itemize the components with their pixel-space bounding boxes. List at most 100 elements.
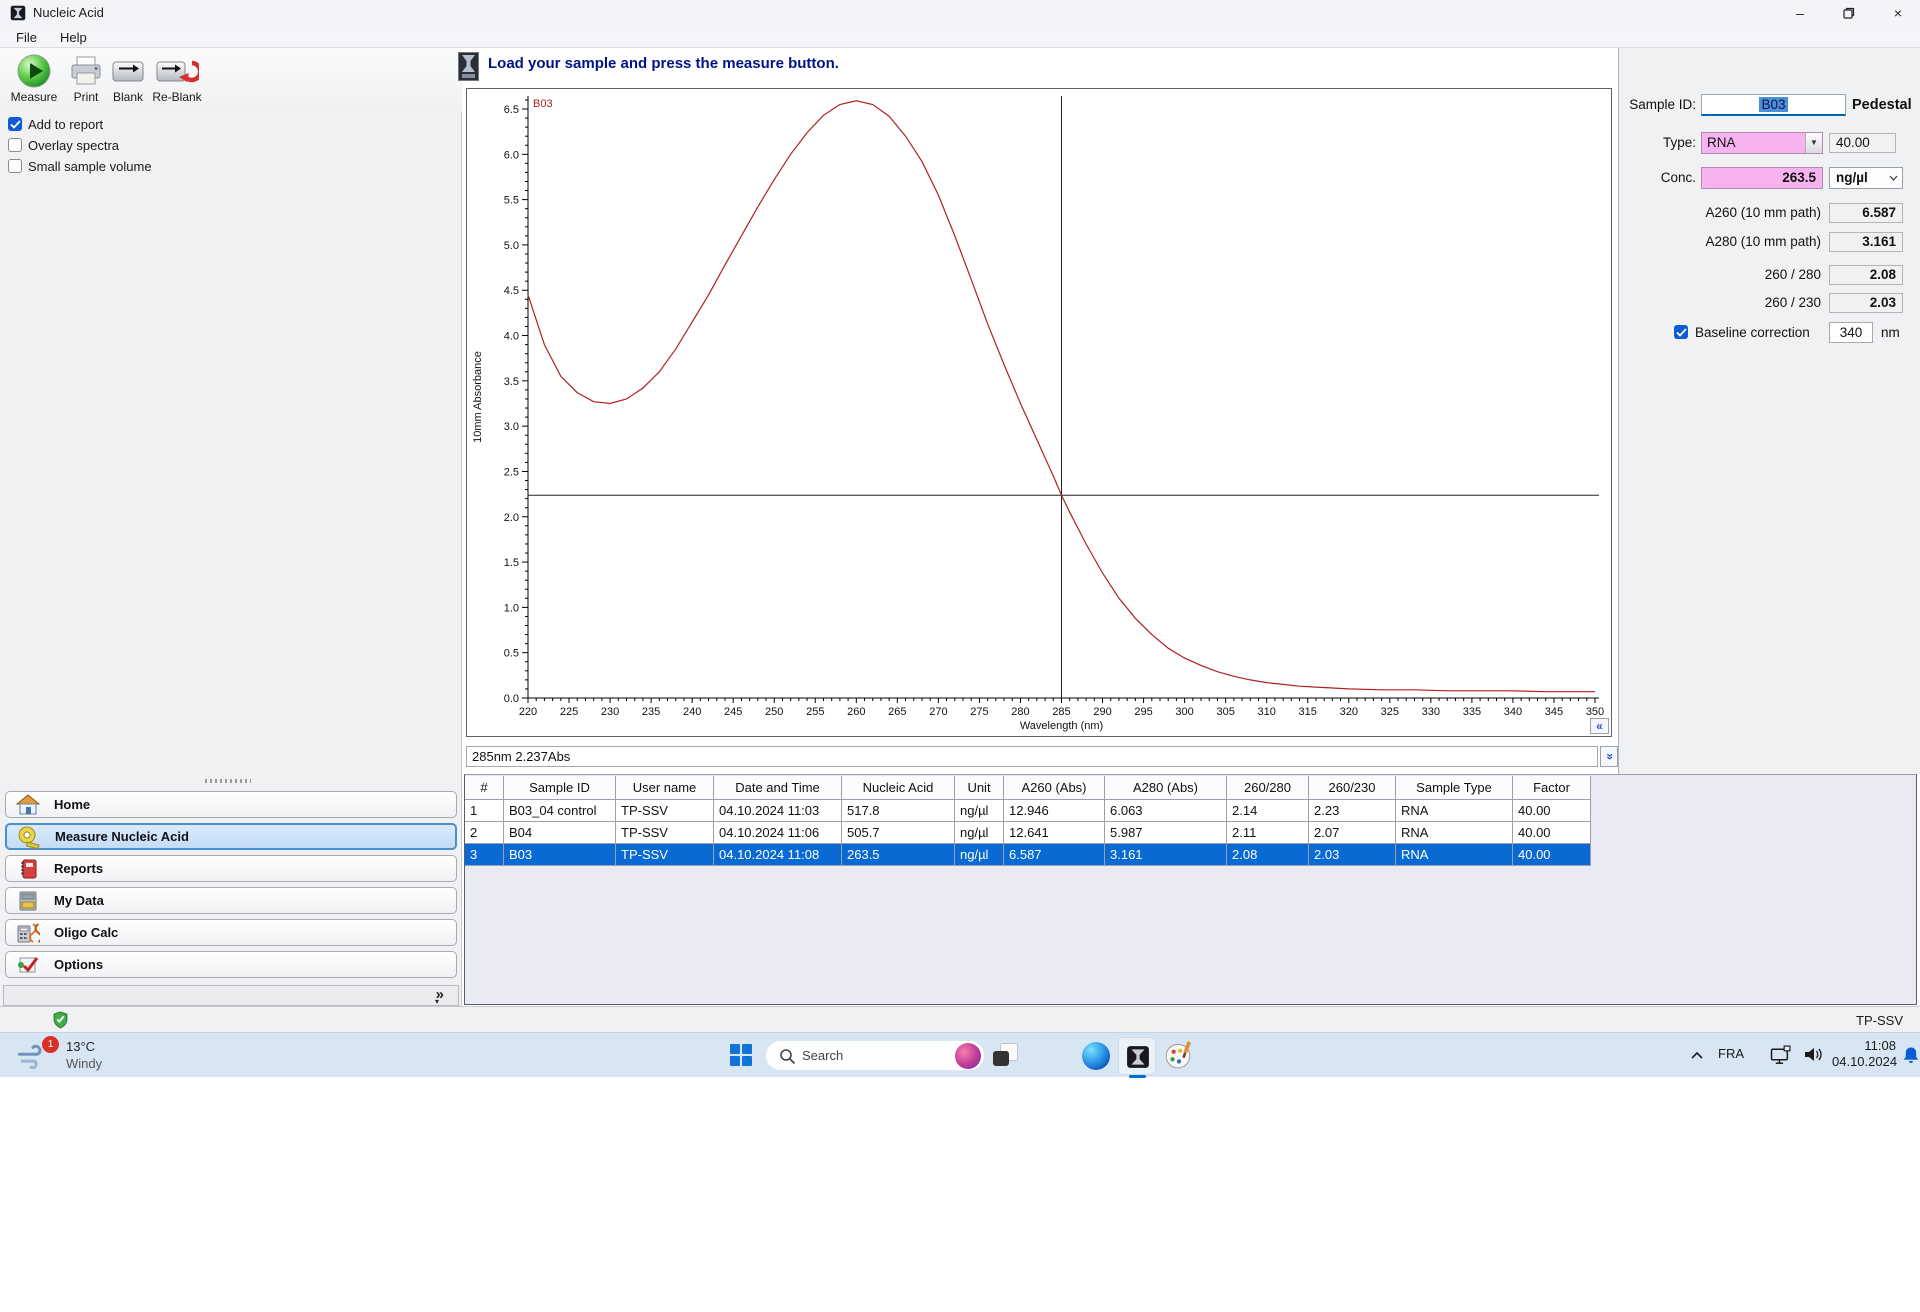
table-header-cell[interactable]: Unit [955,776,1004,800]
sidebar-item-label: Measure Nucleic Acid [55,829,189,844]
table-header-cell[interactable]: Date and Time [714,776,842,800]
table-cell: 2.11 [1227,822,1309,844]
table-row[interactable]: 3 B03 TP-SSV 04.10.2024 11:08 263.5 ng/µl 6.58… [465,844,1591,866]
menu-file[interactable]: File [8,28,45,47]
table-cell: 2.07 [1309,822,1396,844]
paint-app-icon[interactable] [1164,1040,1194,1070]
table-cell: 3 [465,844,504,866]
table-header-cell[interactable]: Sample Type [1396,776,1513,800]
conc-unit-value: ng/µl [1836,170,1868,185]
y-axis-title: 10mm Absorbance [472,351,484,443]
x-tick-label: 220 [519,706,537,718]
minimize-button[interactable]: – [1777,0,1823,26]
taskbar: 1 13°C Windy Search FRA 11:08 04.10.2024 [0,1032,1920,1078]
nucleic-acid-app-icon [1126,1045,1150,1069]
sidebar-item-measure[interactable]: Measure Nucleic Acid [5,823,457,850]
dropdown-arrow-icon[interactable]: ▼ [1805,133,1822,153]
close-button[interactable]: × [1875,0,1920,26]
clock-time: 11:08 [1864,1038,1896,1053]
language-indicator[interactable]: FRA [1718,1046,1744,1061]
chart-collapse-button[interactable]: « [1590,718,1609,734]
restore-button[interactable] [1826,0,1872,26]
menu-help[interactable]: Help [52,28,95,47]
table-header-cell[interactable]: A280 (Abs) [1105,776,1227,800]
x-tick-label: 250 [765,706,783,718]
toolbar-button-blank[interactable]: Blank [106,53,150,104]
table-cell: 40.00 [1513,800,1591,822]
x-tick-label: 285 [1052,706,1070,718]
type-dropdown[interactable]: RNA ▼ [1701,132,1823,154]
photometry-label: 260 / 230 [1764,295,1821,310]
table-header-cell[interactable]: Factor [1513,776,1591,800]
table-header-cell[interactable]: Sample ID [504,776,616,800]
baseline-wavelength-field[interactable]: 340 [1829,322,1873,343]
checkbox-unchecked[interactable] [8,138,22,152]
table-row[interactable]: 1 B03_04 control TP-SSV 04.10.2024 11:03 517… [465,800,1591,822]
table-header-cell[interactable]: Nucleic Acid [842,776,955,800]
type-value: RNA [1707,135,1736,150]
checkmark-board-icon [16,953,40,977]
home-icon [15,793,41,817]
search-input[interactable]: Search [765,1040,985,1071]
x-tick-label: 310 [1258,706,1276,718]
window-title: Nucleic Acid [33,5,104,20]
checkbox-checked[interactable] [8,117,22,131]
sidebar-more-button[interactable]: » ▾ [3,985,459,1006]
x-tick-label: 290 [1093,706,1111,718]
sidebar-item-mydata[interactable]: My Data [5,887,457,914]
measure-play-icon [16,53,52,89]
x-tick-label: 270 [929,706,947,718]
clock[interactable]: 11:08 04.10.2024 [1832,1038,1897,1070]
app-window-icon [10,5,26,21]
conc-value-field[interactable]: 263.5 [1701,167,1823,189]
weather-widget[interactable]: 1 13°C Windy [16,1036,166,1076]
notification-bell-icon[interactable] [1902,1046,1920,1068]
window-titlebar: Nucleic Acid – × [0,0,1920,26]
weather-condition: Windy [66,1056,103,1071]
conc-unit-dropdown[interactable]: ng/µl [1829,167,1903,189]
sidebar-item-oligo[interactable]: Oligo Calc [5,919,457,946]
table-header-cell[interactable]: 260/280 [1227,776,1309,800]
factor-field[interactable]: 40.00 [1829,133,1896,153]
readout-expand-button[interactable]: « [1600,746,1618,767]
table-header-cell[interactable]: User name [616,776,714,800]
checkbox-label: Add to report [28,116,104,132]
sidebar-item-home[interactable]: Home [5,791,457,818]
photometry-value: 2.03 [1829,293,1903,313]
sidebar-item-label: Reports [54,861,104,876]
cursor-readout-field[interactable]: 285nm 2.237Abs [466,746,1598,767]
table-header-cell[interactable]: # [465,776,504,800]
taskbar-app-nucleic-acid[interactable] [1118,1037,1156,1078]
results-table: # Sample ID User name Date and Time Nucleic … [465,776,1591,866]
table-cell: ng/µl [955,822,1004,844]
toolbar-button-label: Re-Blank [152,90,202,104]
toolbar-button-measure[interactable]: Measure [6,53,62,104]
start-button[interactable] [729,1043,753,1067]
network-icon[interactable] [1770,1045,1792,1068]
table-cell: 6.587 [1004,844,1105,866]
table-cell: 40.00 [1513,822,1591,844]
table-header-cell[interactable]: A260 (Abs) [1004,776,1105,800]
sidebar-item-reports[interactable]: Reports [5,855,457,882]
notebook-icon [16,857,40,881]
table-row[interactable]: 2 B04 TP-SSV 04.10.2024 11:06 505.7 ng/µl 12.6… [465,822,1591,844]
toolbar-button-print[interactable]: Print [64,53,108,104]
toolbar-button-reblank[interactable]: Re-Blank [148,53,206,104]
sidebar-item-options[interactable]: Options [5,951,457,978]
table-cell: 6.063 [1105,800,1227,822]
hidden-icons-chevron[interactable] [1690,1048,1704,1063]
x-tick-label: 335 [1463,706,1481,718]
sample-id-input[interactable]: B03 [1701,94,1846,116]
volume-icon[interactable] [1804,1046,1824,1066]
splitter-grip[interactable] [205,779,251,783]
x-axis-title: Wavelength (nm) [1020,720,1103,732]
table-header-cell[interactable]: 260/230 [1309,776,1396,800]
table-cell: 12.641 [1004,822,1105,844]
edge-browser-icon[interactable] [1082,1042,1110,1070]
baseline-correction-checkbox[interactable] [1674,325,1688,339]
x-tick-label: 240 [683,706,701,718]
checkbox-unchecked[interactable] [8,159,22,173]
table-cell: 2.08 [1227,844,1309,866]
spectrum-chart[interactable]: 220 225 230 235 240 245 250 255 260 265 270 275 280 2… [467,89,1611,736]
task-view-button[interactable] [993,1042,1021,1070]
